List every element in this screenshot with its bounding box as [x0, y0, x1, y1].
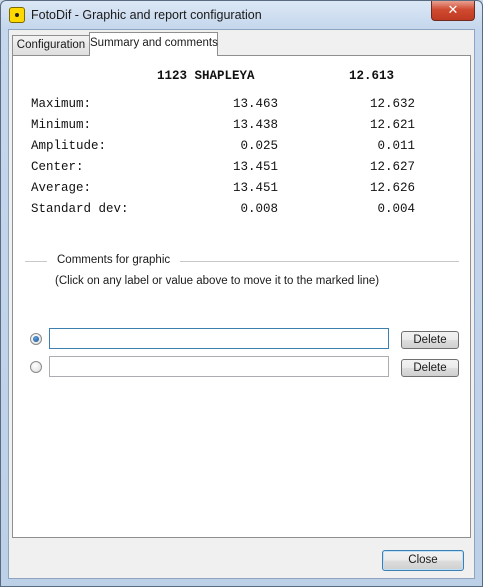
group-divider-right: [180, 261, 459, 262]
close-button[interactable]: Close: [382, 550, 464, 571]
delete-line-1-button[interactable]: Delete: [401, 331, 459, 349]
stat-value-2[interactable]: 0.011: [377, 139, 415, 153]
stat-value-2[interactable]: 12.632: [370, 97, 415, 111]
window-close-button[interactable]: ✕: [431, 1, 475, 21]
stat-label[interactable]: Center:: [31, 160, 84, 174]
delete-line-2-button[interactable]: Delete: [401, 359, 459, 377]
stat-value-1[interactable]: 0.008: [240, 202, 278, 216]
stat-value-1[interactable]: 13.451: [233, 181, 278, 195]
stat-label[interactable]: Average:: [31, 181, 91, 195]
stat-label[interactable]: Standard dev:: [31, 202, 129, 216]
stat-label[interactable]: Maximum:: [31, 97, 91, 111]
comment-line-2-radio[interactable]: [30, 361, 42, 373]
window-title: FotoDif - Graphic and report configurati…: [31, 8, 262, 22]
app-icon: [9, 7, 25, 23]
stat-row-amplitude: Amplitude: 0.025 0.011: [31, 139, 415, 155]
tab-configuration[interactable]: Configuration: [12, 35, 90, 55]
stat-row-maximum: Maximum: 13.463 12.632: [31, 97, 415, 113]
dialog-client-area: Configuration Summary and comments 1123 …: [8, 29, 475, 579]
stat-value-1[interactable]: 0.025: [240, 139, 278, 153]
stat-value-2[interactable]: 12.627: [370, 160, 415, 174]
title-bar[interactable]: FotoDif - Graphic and report configurati…: [1, 1, 482, 29]
star-value-header[interactable]: 12.613: [349, 69, 394, 83]
dialog-window: FotoDif - Graphic and report configurati…: [0, 0, 483, 587]
stat-value-1[interactable]: 13.451: [233, 160, 278, 174]
stat-value-2[interactable]: 12.621: [370, 118, 415, 132]
stat-label[interactable]: Amplitude:: [31, 139, 106, 153]
tab-summary-and-comments[interactable]: Summary and comments: [89, 32, 218, 56]
comment-line-1-radio[interactable]: [30, 333, 42, 345]
close-icon: ✕: [447, 3, 459, 18]
group-divider-left: [25, 261, 47, 262]
stat-value-2[interactable]: 12.626: [370, 181, 415, 195]
stat-row-center: Center: 13.451 12.627: [31, 160, 415, 176]
stat-label[interactable]: Minimum:: [31, 118, 91, 132]
star-name-header[interactable]: 1123 SHAPLEYA: [157, 69, 255, 83]
stat-value-1[interactable]: 13.438: [233, 118, 278, 132]
stat-row-minimum: Minimum: 13.438 12.621: [31, 118, 415, 134]
comment-line-2-input[interactable]: [49, 356, 389, 377]
stat-value-1[interactable]: 13.463: [233, 97, 278, 111]
stat-row-standard-dev: Standard dev: 0.008 0.004: [31, 202, 415, 218]
stat-value-2[interactable]: 0.004: [377, 202, 415, 216]
comments-group-title: Comments for graphic: [57, 254, 171, 266]
comment-line-1-input[interactable]: [49, 328, 389, 349]
comments-hint: (Click on any label or value above to mo…: [55, 275, 380, 287]
stat-row-average: Average: 13.451 12.626: [31, 181, 415, 197]
summary-panel: 1123 SHAPLEYA 12.613 Maximum: 13.463 12.…: [12, 55, 471, 538]
